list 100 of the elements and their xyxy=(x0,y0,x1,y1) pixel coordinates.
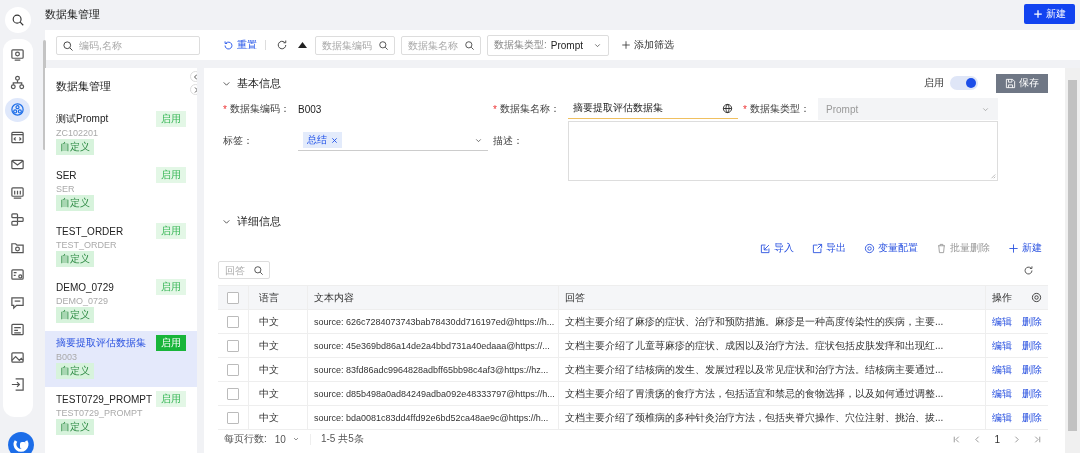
table-cell: 中文 xyxy=(259,338,279,353)
name-field[interactable]: 摘要提取评估数据集 xyxy=(568,98,738,119)
toolbar-button[interactable]: 导入 xyxy=(760,240,794,256)
dataset-item[interactable]: 摘要提取评估数据集 启用 B003 自定义 xyxy=(45,331,197,387)
table-cell: 文档主要介绍了胃溃疡的食疗方法，包括适宜和禁忌的食物选择，以及如何通过调整... xyxy=(565,386,944,401)
dataset-code: TEST0729_PROMPT xyxy=(56,408,143,418)
dataset-code: TEST_ORDER xyxy=(56,240,117,250)
table-cell: 中文 xyxy=(259,386,279,401)
chat-icon xyxy=(10,294,25,310)
search-field[interactable]: 数据集名称 xyxy=(401,35,481,55)
plus-icon xyxy=(621,40,631,50)
search-field[interactable]: 数据集编码 xyxy=(315,35,395,55)
table-cell: 文档主要介绍了儿童荨麻疹的症状、成因以及治疗方法。症状包括皮肤发痒和出现红... xyxy=(565,338,944,353)
table-cell: source: 626c7284073743bab78430dd716197ed@https://h... xyxy=(314,316,555,327)
table-cell: source: 45e369bd86a14de2a4bbd731a40edaaa@https://... xyxy=(314,340,550,351)
hierarchy-icon xyxy=(10,74,25,90)
settings-icon[interactable] xyxy=(1031,292,1042,303)
search-button[interactable] xyxy=(4,7,31,33)
column-header: 文本内容 xyxy=(314,290,354,305)
reset-button[interactable]: 重置 xyxy=(223,38,257,52)
chevron-down-icon xyxy=(291,435,300,443)
tag-select[interactable]: 总结 xyxy=(298,130,488,151)
field-label: 数据集名称： xyxy=(499,102,560,116)
search-icon xyxy=(62,39,74,52)
dataset-code: DEMO_0729 xyxy=(56,296,109,306)
toolbar-button[interactable]: 变量配置 xyxy=(864,240,918,256)
toolbar-button[interactable]: 新建 xyxy=(1008,240,1042,256)
search-field[interactable]: 回答 xyxy=(218,261,270,279)
row-action-link[interactable]: 删除 xyxy=(1022,386,1042,401)
toolbar-button[interactable]: 导出 xyxy=(812,240,846,256)
page-number[interactable]: 1 xyxy=(994,433,1000,445)
resize-handle-icon xyxy=(990,173,996,179)
dataset-name: 摘要提取评估数据集 xyxy=(56,336,146,350)
table-cell: 文档主要介绍了麻疹的症状、治疗和预防措施。麻疹是一种高度传染性的疾病，主要... xyxy=(565,314,944,329)
search-field[interactable]: 编码,名称 xyxy=(56,35,200,55)
checkbox[interactable] xyxy=(227,411,239,424)
chevron-left-icon xyxy=(191,72,197,81)
last-page-icon[interactable] xyxy=(1033,434,1042,444)
dataset-name: TEST0729_PROMPT xyxy=(56,393,153,405)
add-filter-button[interactable]: 添加筛选 xyxy=(621,38,674,52)
field-label: 数据集编码： xyxy=(229,102,290,116)
row-action-link[interactable]: 删除 xyxy=(1022,314,1042,329)
chart-icon xyxy=(10,184,25,200)
tag: 自定义 xyxy=(56,307,94,323)
nav-item[interactable] xyxy=(5,98,30,122)
table-cell: source: d85b498a0ad84249adba092e48333797@https://h... xyxy=(314,388,555,399)
tag: 自定义 xyxy=(56,419,94,435)
type-select[interactable]: 数据集类型: Prompt xyxy=(487,34,609,56)
checkbox[interactable] xyxy=(227,387,239,400)
dataset-code: ZC102201 xyxy=(56,128,99,138)
import-icon xyxy=(760,242,771,254)
image-icon xyxy=(10,267,25,283)
dataset-name: SER xyxy=(56,169,77,181)
checkbox[interactable] xyxy=(227,363,239,376)
refresh-icon xyxy=(276,39,288,51)
reset-icon xyxy=(223,39,234,51)
plus-icon xyxy=(1008,242,1019,254)
row-action-link[interactable]: 删除 xyxy=(1022,362,1042,377)
dataset-item[interactable]: TEST_ORDER 启用 TEST_ORDER 自定义 xyxy=(45,219,197,275)
login-icon xyxy=(10,377,25,393)
status-badge: 启用 xyxy=(156,391,186,407)
panel-title: 数据集管理 xyxy=(56,79,111,94)
row-action-link[interactable]: 删除 xyxy=(1022,338,1042,353)
logo-icon xyxy=(8,432,34,453)
tag: 自定义 xyxy=(56,251,94,267)
field-label: 描述： xyxy=(493,134,523,148)
row-action-link[interactable]: 编辑 xyxy=(992,386,1012,401)
first-page-icon[interactable] xyxy=(952,434,962,444)
checkbox[interactable] xyxy=(227,315,239,328)
save-button[interactable]: 保存 xyxy=(996,73,1048,93)
dataset-item[interactable]: TEST0729_PROMPT 启用 TEST0729_PROMPT 自定义 xyxy=(45,387,197,443)
row-action-link[interactable]: 删除 xyxy=(1022,410,1042,425)
required-mark: * xyxy=(743,103,747,115)
dataset-item[interactable]: 测试Prompt 启用 ZC102201 自定义 xyxy=(45,107,197,163)
column-header: 语言 xyxy=(259,290,279,305)
status-badge: 启用 xyxy=(156,335,186,351)
checkbox[interactable] xyxy=(227,339,239,352)
status-badge: 启用 xyxy=(156,167,186,183)
dataset-item[interactable]: SER 启用 SER 自定义 xyxy=(45,163,197,219)
tag-chip[interactable]: 总结 xyxy=(303,132,342,148)
table-cell: source: bda0081c83dd4ffd92e6bd52ca48ae9c@https://h... xyxy=(314,412,549,423)
new-button[interactable]: 新建 xyxy=(1024,4,1075,24)
dataset-code: B003 xyxy=(56,352,78,362)
collapse-button[interactable] xyxy=(296,40,309,50)
row-action-link[interactable]: 编辑 xyxy=(992,338,1012,353)
rows-per-page-label: 每页行数: xyxy=(224,432,267,446)
description-field[interactable] xyxy=(568,121,998,181)
dataset-item[interactable]: DEMO_0729 启用 DEMO_0729 自定义 xyxy=(45,275,197,331)
switch-label: 启用 xyxy=(924,76,944,90)
section-header[interactable]: 详细信息 xyxy=(218,210,285,232)
row-action-link[interactable]: 编辑 xyxy=(992,410,1012,425)
row-action-link[interactable]: 编辑 xyxy=(992,362,1012,377)
page-size-select[interactable]: 10 xyxy=(274,433,311,445)
toggle-switch[interactable] xyxy=(950,76,978,90)
select-label: 数据集类型: xyxy=(494,38,547,52)
table-cell: 文档主要介绍了结核病的发生、发展过程以及常见症状和治疗方法。结核病主要通过... xyxy=(565,362,944,377)
section-header[interactable]: 基本信息 xyxy=(218,75,285,91)
checkbox[interactable] xyxy=(227,291,239,304)
photo-icon xyxy=(10,349,25,365)
row-action-link[interactable]: 编辑 xyxy=(992,314,1012,329)
